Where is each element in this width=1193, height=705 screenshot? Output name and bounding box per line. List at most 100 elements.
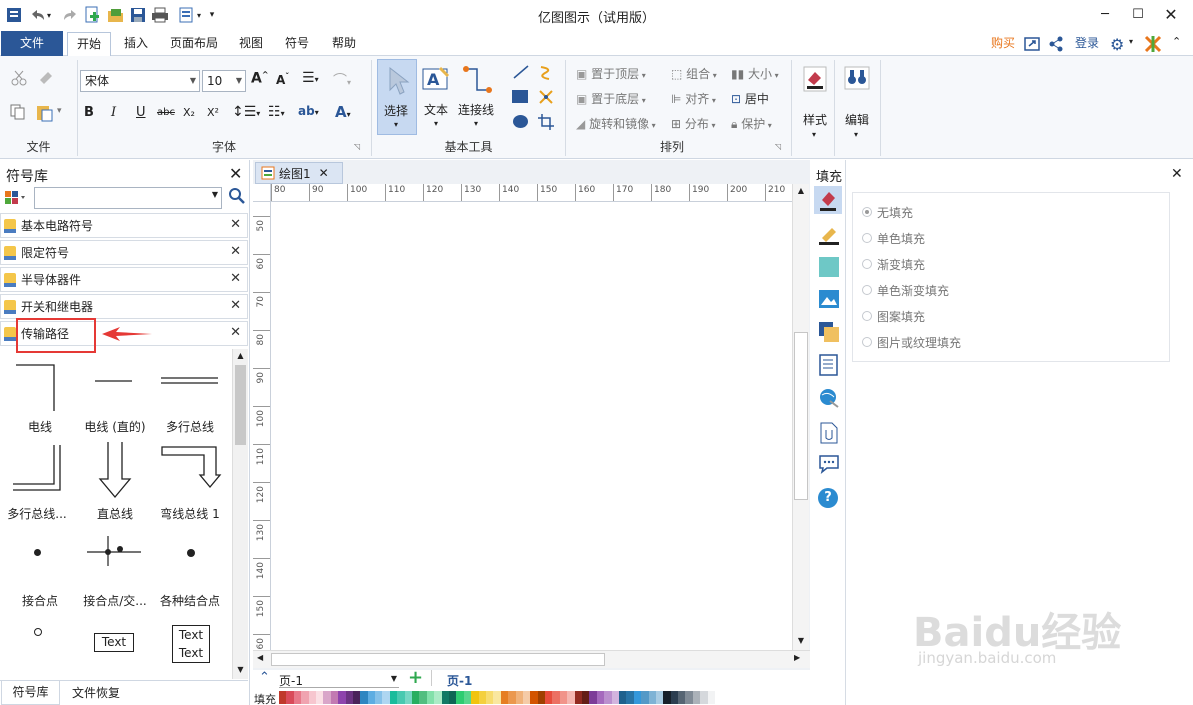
palette-swatch[interactable] <box>700 691 708 704</box>
multi-bus-symbol-icon[interactable] <box>160 375 220 387</box>
binoculars-icon[interactable] <box>844 66 870 93</box>
tab-view[interactable]: 视图 <box>230 31 272 56</box>
palette-swatch[interactable] <box>707 691 716 704</box>
multi-bus-corner-symbol-icon[interactable] <box>12 444 64 494</box>
library-search-input[interactable]: ▼ <box>34 187 222 209</box>
tab-start[interactable]: 开始 <box>67 32 111 57</box>
palette-swatch[interactable] <box>330 691 339 704</box>
palette-swatch[interactable] <box>419 691 427 704</box>
page-select[interactable]: 页-1 ▼ <box>279 672 399 688</box>
format-painter-icon[interactable] <box>36 70 54 89</box>
share-screen-icon[interactable] <box>1024 36 1040 55</box>
palette-swatch[interactable] <box>412 691 420 704</box>
paste-icon[interactable] <box>36 104 54 125</box>
palette-swatch[interactable] <box>618 691 627 704</box>
align-button[interactable]: ⊫ 对齐 ▾ <box>671 90 716 107</box>
center-button[interactable]: ⊡ 居中 <box>731 90 769 107</box>
line-tool-icon[interactable] <box>512 64 530 83</box>
palette-swatch[interactable] <box>456 691 464 704</box>
font-dialog-launcher-icon[interactable]: ◹ <box>354 142 360 151</box>
page-tab[interactable]: 页-1 <box>447 672 472 689</box>
italic-button[interactable]: I <box>111 105 116 120</box>
radio-no-fill[interactable] <box>862 207 872 217</box>
palette-swatch[interactable] <box>352 691 361 704</box>
junction-cross-symbol-icon[interactable] <box>86 535 142 567</box>
palette-swatch[interactable] <box>685 691 693 704</box>
scroll-up-icon[interactable]: ▲ <box>793 186 809 195</box>
radio-pattern-fill[interactable] <box>862 311 872 321</box>
palette-swatch[interactable] <box>663 691 671 704</box>
paste-dropdown-icon[interactable]: ▾ <box>57 106 62 116</box>
palette-swatch[interactable] <box>500 691 509 704</box>
shadow-color-icon[interactable] <box>819 257 839 277</box>
close-icon[interactable]: ✕ <box>230 325 241 340</box>
palette-swatch[interactable] <box>604 691 612 704</box>
palette-swatch[interactable] <box>367 691 376 704</box>
scrollbar-thumb[interactable] <box>271 653 605 666</box>
close-icon[interactable]: ✕ <box>230 244 241 259</box>
hyperlink-globe-icon[interactable] <box>818 387 840 412</box>
library-item-qualifier[interactable]: 限定符号 ✕ <box>0 240 248 265</box>
protect-button[interactable]: 🔒︎ 保护 ▾ <box>731 115 772 132</box>
select-tool-button[interactable]: 选择 ▾ <box>377 59 417 135</box>
tab-page-layout[interactable]: 页面布局 <box>161 31 227 56</box>
arrange-dialog-launcher-icon[interactable]: ◹ <box>775 142 781 151</box>
style-paint-icon[interactable] <box>803 66 827 95</box>
page-properties-icon[interactable] <box>819 354 839 379</box>
fill-tab-button[interactable] <box>814 186 842 214</box>
cut-icon[interactable] <box>10 70 28 89</box>
ribbon-collapse-icon[interactable]: ⌃ <box>1172 35 1181 48</box>
palette-swatch[interactable] <box>397 691 405 704</box>
radio-picture-texture-fill[interactable] <box>862 337 872 347</box>
palette-swatch[interactable] <box>493 691 501 704</box>
straight-wire-symbol-icon[interactable] <box>94 377 134 385</box>
palette-swatch[interactable] <box>678 691 686 704</box>
superscript-button[interactable]: X² <box>207 106 219 119</box>
curve-tool-icon[interactable] <box>537 64 555 85</box>
chevron-up-icon[interactable]: ⌃ <box>259 670 270 685</box>
palette-swatch[interactable] <box>626 691 634 704</box>
menu-file[interactable]: 文件 <box>1 31 63 56</box>
ellipse-tool-icon[interactable] <box>513 115 528 128</box>
drawing-page[interactable] <box>271 202 792 650</box>
attachment-icon[interactable] <box>819 422 839 447</box>
settings-gear-icon[interactable]: ⚙ <box>1110 35 1124 54</box>
text-tool-icon[interactable]: A <box>422 66 450 95</box>
scroll-down-icon[interactable]: ▼ <box>793 636 809 645</box>
point-tool-icon[interactable] <box>537 88 555 109</box>
tab-insert[interactable]: 插入 <box>115 31 157 56</box>
straight-bus-symbol-icon[interactable] <box>98 441 132 499</box>
palette-swatch[interactable] <box>426 691 435 704</box>
login-link[interactable]: 登录 <box>1066 31 1108 56</box>
palette-swatch[interactable] <box>301 691 309 704</box>
palette-swatch[interactable] <box>552 691 560 704</box>
library-scrollbar[interactable]: ▲ ▼ <box>232 349 248 679</box>
palette-swatch[interactable] <box>611 691 619 704</box>
size-button[interactable]: ▮▮ 大小 ▾ <box>731 65 779 82</box>
rectangle-tool-icon[interactable] <box>512 90 528 103</box>
canvas-vertical-scrollbar[interactable]: ▲ ▼ <box>792 184 809 650</box>
palette-swatch[interactable] <box>441 691 449 704</box>
add-page-icon[interactable]: + <box>408 667 423 688</box>
connector-tool-icon[interactable] <box>461 64 493 99</box>
palette-swatch[interactable] <box>323 691 331 704</box>
palette-swatch[interactable] <box>375 691 383 704</box>
document-tab[interactable]: 绘图1 ✕ <box>255 162 343 184</box>
junction-point-symbol-icon[interactable] <box>34 549 41 556</box>
connector-tool-label[interactable]: 连接线 <box>458 101 494 118</box>
distribute-button[interactable]: ⊞ 分布 ▾ <box>671 115 715 132</box>
close-icon[interactable]: ✕ <box>230 298 241 313</box>
palette-swatch[interactable] <box>345 691 353 704</box>
image-icon[interactable] <box>818 289 840 312</box>
palette-swatch[interactable] <box>582 691 590 704</box>
library-item-switch-relay[interactable]: 开关和继电器 ✕ <box>0 294 248 319</box>
line-spacing-icon[interactable]: ↕☰▾ <box>232 104 260 120</box>
settings-dropdown-icon[interactable]: ▾ <box>1129 37 1133 46</box>
text-highlight-icon[interactable]: ab▾ <box>298 104 319 118</box>
tab-symbol-library[interactable]: 符号库 <box>1 681 60 705</box>
addon-icon[interactable] <box>1144 35 1162 56</box>
palette-swatch[interactable] <box>360 691 368 704</box>
radio-mono-gradient-fill[interactable] <box>862 285 872 295</box>
buy-link[interactable]: 购买 <box>982 31 1024 56</box>
scroll-right-icon[interactable]: ▶ <box>794 653 800 662</box>
